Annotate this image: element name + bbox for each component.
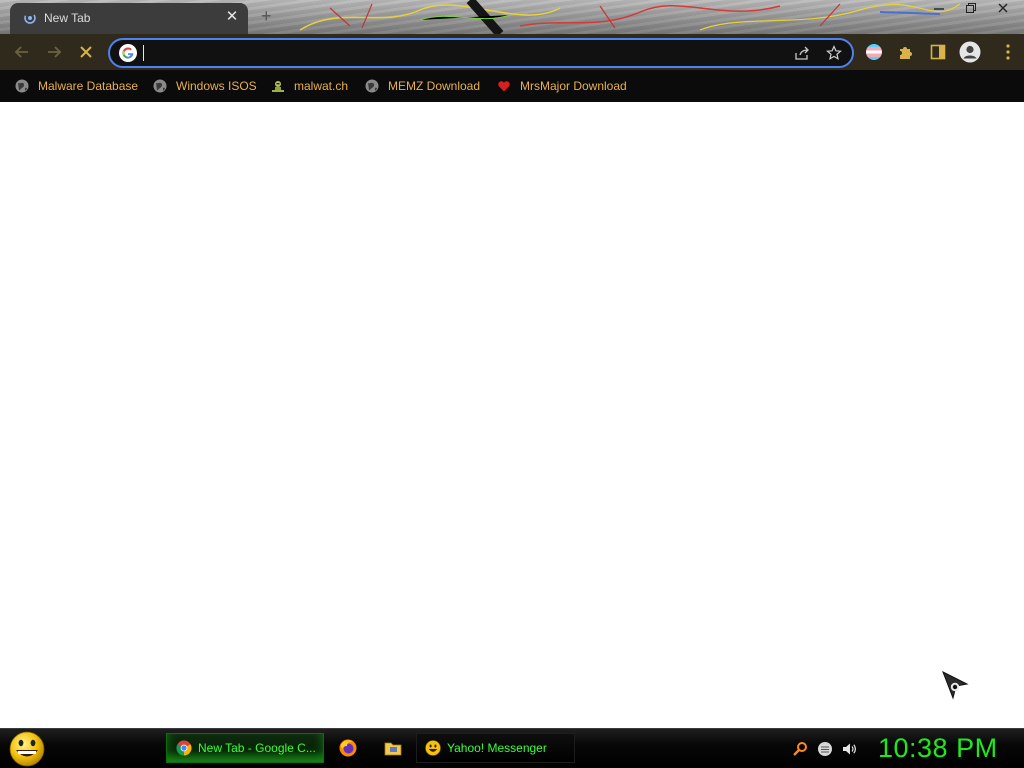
address-input[interactable] [144, 43, 784, 63]
profile-avatar-icon[interactable] [958, 40, 982, 64]
bookmark-label: MrsMajor Download [520, 79, 627, 93]
new-tab-button[interactable]: + [261, 6, 272, 27]
side-panel-icon[interactable] [926, 40, 950, 64]
yahoo-smiley-icon [425, 740, 441, 756]
title-bar: New Tab ✕ + [0, 0, 1024, 34]
taskbar: New Tab - Google C... Yahoo! Messenger 1… [0, 728, 1024, 768]
menu-icon[interactable] [996, 40, 1020, 64]
arrow-left-icon[interactable] [11, 41, 33, 63]
loading-spinner-icon [24, 12, 36, 24]
flag-extension-icon[interactable] [862, 40, 886, 64]
bookmarks-bar: Malware Database Windows ISOS malwat.ch … [0, 70, 1024, 102]
globe-icon [15, 79, 29, 93]
browser-toolbar [0, 34, 1024, 70]
globe-icon [153, 79, 167, 93]
taskbar-item-yahoo-messenger[interactable]: Yahoo! Messenger [416, 733, 575, 763]
arrow-right-icon[interactable] [43, 41, 65, 63]
close-icon[interactable] [992, 0, 1014, 16]
firefox-icon[interactable] [338, 738, 358, 758]
text-caret [143, 45, 144, 61]
bookmark-malwat-ch[interactable]: malwat.ch [271, 77, 348, 95]
tab-close-icon[interactable]: ✕ [223, 8, 241, 26]
globe-icon [365, 79, 379, 93]
bookmark-mrsmajor-download[interactable]: MrsMajor Download [497, 77, 627, 95]
taskbar-item-chrome[interactable]: New Tab - Google C... [166, 733, 324, 763]
puzzle-extensions-icon[interactable] [894, 40, 918, 64]
mouse-cursor-icon [942, 670, 969, 700]
network-icon[interactable] [817, 741, 833, 757]
restore-icon[interactable] [960, 0, 982, 16]
folder-icon[interactable] [383, 738, 403, 758]
bookmark-memz-download[interactable]: MEMZ Download [365, 77, 480, 95]
minimize-icon[interactable] [928, 0, 950, 16]
volume-icon[interactable] [841, 741, 857, 757]
bookmark-label: malwat.ch [294, 79, 349, 93]
tab-new-tab[interactable]: New Tab ✕ [10, 3, 248, 34]
bookmark-windows-isos[interactable]: Windows ISOS [153, 77, 257, 95]
taskbar-clock[interactable]: 10:38 PM [878, 733, 998, 764]
chrome-icon [176, 740, 192, 756]
bookmark-label: Malware Database [38, 79, 139, 93]
google-g-icon [119, 44, 137, 62]
taskbar-item-label: Yahoo! Messenger [447, 741, 547, 755]
bookmark-malware-database[interactable]: Malware Database [15, 77, 138, 95]
bookmark-label: Windows ISOS [176, 79, 257, 93]
page-content[interactable] [0, 102, 1024, 728]
search-icon[interactable] [792, 741, 808, 757]
bookmark-star-icon[interactable] [825, 44, 843, 62]
share-icon[interactable] [793, 44, 811, 62]
taskbar-item-label: New Tab - Google C... [198, 741, 316, 755]
bookmark-label: MEMZ Download [388, 79, 481, 93]
tab-title: New Tab [44, 11, 91, 25]
address-bar[interactable] [108, 38, 854, 68]
malwatch-icon [272, 81, 284, 92]
heart-icon [498, 81, 510, 92]
stop-x-icon[interactable] [75, 41, 97, 63]
window-controls [928, 0, 1014, 16]
smiley-start-icon[interactable] [8, 731, 46, 767]
